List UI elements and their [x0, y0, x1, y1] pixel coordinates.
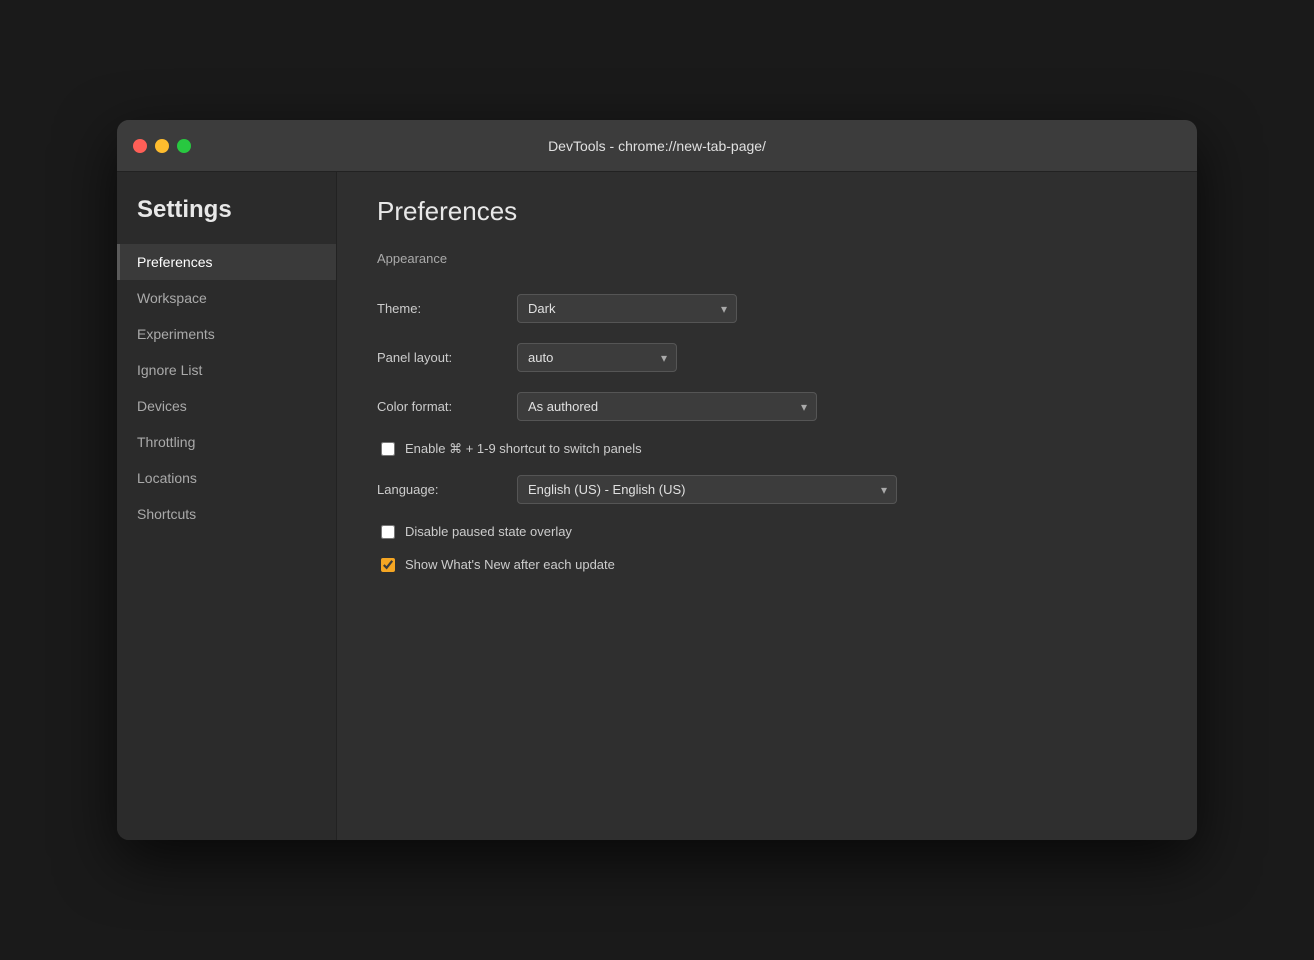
- color-format-select-wrapper: As authored: [517, 392, 817, 421]
- paused-state-label[interactable]: Disable paused state overlay: [405, 524, 572, 539]
- content-scroll[interactable]: Preferences Appearance Theme: Dark Panel…: [337, 172, 1197, 840]
- sidebar-item-locations[interactable]: Locations: [117, 460, 336, 496]
- panel-layout-row: Panel layout: auto: [377, 343, 1157, 372]
- paused-state-checkbox-row: Disable paused state overlay: [377, 524, 1157, 539]
- traffic-lights: [133, 139, 191, 153]
- close-button[interactable]: [133, 139, 147, 153]
- maximize-button[interactable]: [177, 139, 191, 153]
- shortcut-checkbox-row: Enable ⌘ + 1-9 shortcut to switch panels: [377, 441, 1157, 457]
- sidebar-item-shortcuts[interactable]: Shortcuts: [117, 496, 336, 532]
- panel-layout-select[interactable]: auto: [517, 343, 677, 372]
- shortcut-checkbox[interactable]: [381, 442, 395, 456]
- page-title: Preferences: [377, 196, 1157, 227]
- language-select[interactable]: English (US) - English (US): [517, 475, 897, 504]
- whats-new-checkbox[interactable]: [381, 558, 395, 572]
- whats-new-label[interactable]: Show What's New after each update: [405, 557, 615, 572]
- whats-new-checkbox-row: Show What's New after each update: [377, 557, 1157, 572]
- sidebar-item-devices[interactable]: Devices: [117, 388, 336, 424]
- main-content: Settings Preferences Workspace Experimen…: [117, 172, 1197, 840]
- sidebar-heading: Settings: [117, 196, 336, 244]
- sidebar-item-ignore-list[interactable]: Ignore List: [117, 352, 336, 388]
- color-format-label: Color format:: [377, 399, 517, 414]
- theme-row: Theme: Dark: [377, 294, 1157, 323]
- sidebar-item-workspace[interactable]: Workspace: [117, 280, 336, 316]
- devtools-window: DevTools - chrome://new-tab-page/ Settin…: [117, 120, 1197, 840]
- color-format-select[interactable]: As authored: [517, 392, 817, 421]
- sidebar-item-throttling[interactable]: Throttling: [117, 424, 336, 460]
- paused-state-checkbox[interactable]: [381, 525, 395, 539]
- minimize-button[interactable]: [155, 139, 169, 153]
- theme-select-wrapper: Dark: [517, 294, 737, 323]
- language-label: Language:: [377, 482, 517, 497]
- language-select-wrapper: English (US) - English (US): [517, 475, 897, 504]
- theme-select[interactable]: Dark: [517, 294, 737, 323]
- panel-layout-label: Panel layout:: [377, 350, 517, 365]
- color-format-row: Color format: As authored: [377, 392, 1157, 421]
- appearance-section-title: Appearance: [377, 251, 1157, 274]
- content-area: Preferences Appearance Theme: Dark Panel…: [337, 172, 1197, 840]
- shortcut-checkbox-label[interactable]: Enable ⌘ + 1-9 shortcut to switch panels: [405, 441, 642, 457]
- sidebar-item-experiments[interactable]: Experiments: [117, 316, 336, 352]
- titlebar: DevTools - chrome://new-tab-page/: [117, 120, 1197, 172]
- theme-label: Theme:: [377, 301, 517, 316]
- titlebar-title: DevTools - chrome://new-tab-page/: [548, 138, 766, 154]
- sidebar: Settings Preferences Workspace Experimen…: [117, 172, 337, 840]
- sidebar-item-preferences[interactable]: Preferences: [117, 244, 336, 280]
- language-row: Language: English (US) - English (US): [377, 475, 1157, 504]
- panel-layout-select-wrapper: auto: [517, 343, 677, 372]
